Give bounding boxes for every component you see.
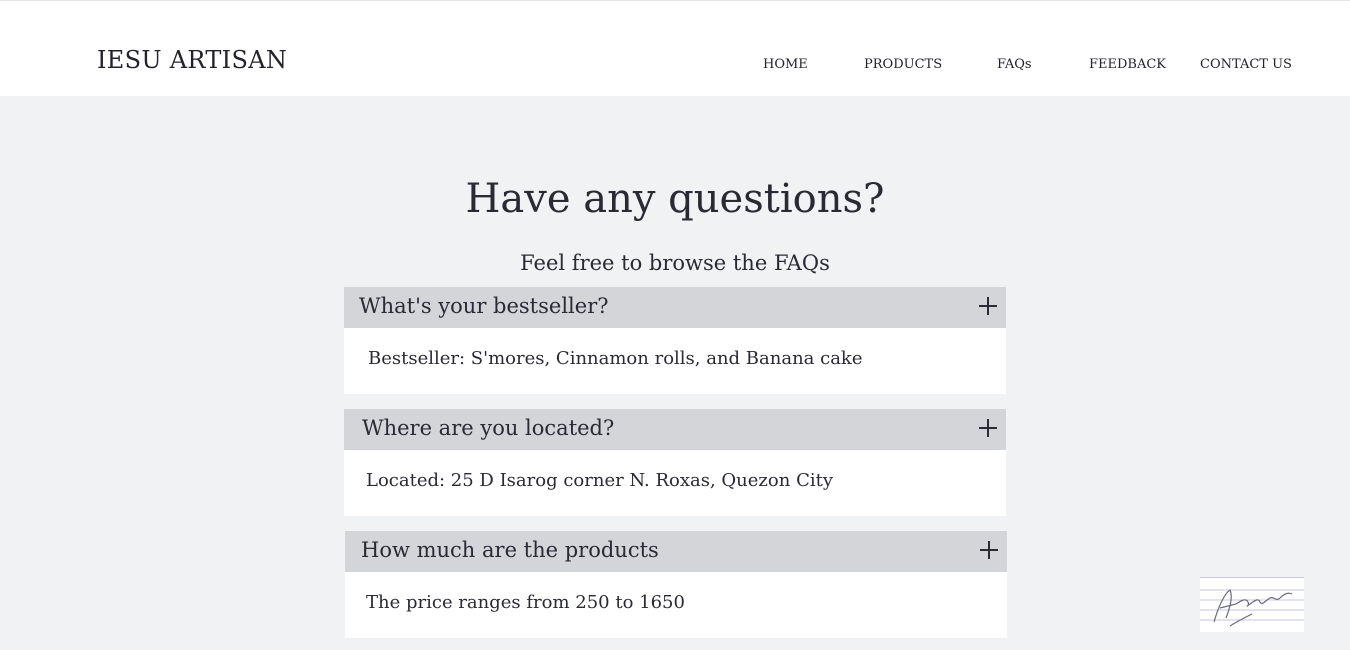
faq-answer-text: The price ranges from 250 to 1650 <box>366 592 685 613</box>
nav-contact-us[interactable]: CONTACT US <box>1200 57 1292 72</box>
signature-icon <box>1200 589 1304 627</box>
brand-logo[interactable]: IESU ARTISAN <box>97 46 287 74</box>
plus-icon[interactable] <box>980 541 998 559</box>
nav-feedback[interactable]: FEEDBACK <box>1089 57 1166 72</box>
plus-icon[interactable] <box>979 419 997 437</box>
nav-products[interactable]: PRODUCTS <box>864 57 942 72</box>
page-title: Have any questions? <box>465 176 885 222</box>
faq-question-text: Where are you located? <box>362 416 615 440</box>
nav-home[interactable]: HOME <box>763 57 808 72</box>
faq-answer-bestseller: Bestseller: S'mores, Cinnamon rolls, and… <box>344 328 1006 394</box>
page-subtitle: Feel free to browse the FAQs <box>520 251 830 275</box>
nav-faqs[interactable]: FAQs <box>997 57 1032 72</box>
plus-icon[interactable] <box>979 297 997 315</box>
faq-question-bestseller[interactable]: What's your bestseller? <box>344 287 1006 328</box>
faq-answer-text: Located: 25 D Isarog corner N. Roxas, Qu… <box>366 470 833 491</box>
faq-answer-prices: The price ranges from 250 to 1650 <box>345 572 1007 638</box>
faq-question-location[interactable]: Where are you located? <box>344 409 1006 450</box>
faq-question-text: What's your bestseller? <box>359 294 609 318</box>
faq-question-prices[interactable]: How much are the products <box>345 531 1007 572</box>
faq-question-text: How much are the products <box>361 538 659 562</box>
faq-answer-text: Bestseller: S'mores, Cinnamon rolls, and… <box>368 348 863 369</box>
signature-image <box>1200 577 1304 632</box>
faq-answer-location: Located: 25 D Isarog corner N. Roxas, Qu… <box>344 450 1006 516</box>
site-header: IESU ARTISAN HOME PRODUCTS FAQs FEEDBACK… <box>0 1 1350 96</box>
